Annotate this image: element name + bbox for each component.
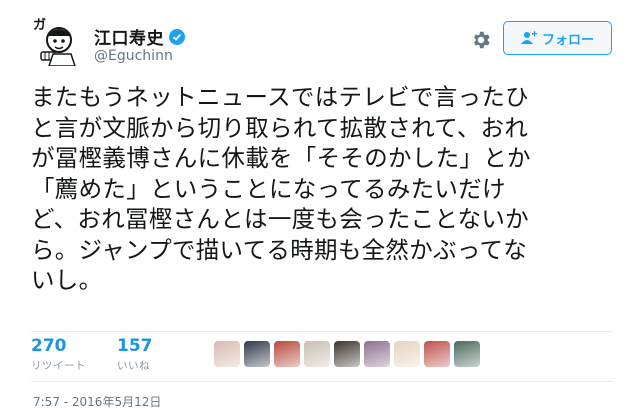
liker-avatars <box>214 341 484 367</box>
tweet-line: と言が文脈から切り取られて拡散されて、おれ <box>31 113 529 142</box>
add-user-icon <box>520 31 537 44</box>
tweet-text: またもうネットニュースではテレビで言ったひ と言が文脈から切り取られて拡散されて… <box>31 82 621 296</box>
liker-avatar[interactable] <box>394 341 420 367</box>
follow-button[interactable]: フォロー <box>503 21 612 55</box>
user-handle[interactable]: @Eguchinn <box>94 48 173 64</box>
tweet-line: が冨樫義博さんに休載を「そそのかした」とか <box>31 144 531 172</box>
avatar-text: ガ <box>33 18 47 33</box>
verified-badge-icon <box>169 28 185 45</box>
tweet-line: いし。 <box>31 266 103 294</box>
like-count: 157 <box>117 336 153 356</box>
tweet-line: ど、おれ冨樫さんとは一度も会ったことないか <box>31 205 529 233</box>
liker-avatar[interactable] <box>304 341 330 367</box>
timestamp[interactable]: 7:57 - 2016年5月12日 <box>33 393 161 410</box>
liker-avatar[interactable] <box>334 341 360 367</box>
retweet-stat[interactable]: 270 リツイート <box>31 336 86 373</box>
liker-avatar[interactable] <box>214 341 240 367</box>
tweet-line: 「薦めた」ということになってるみたいだけ <box>31 174 506 203</box>
gear-icon[interactable] <box>470 29 492 51</box>
retweet-count: 270 <box>31 336 67 356</box>
avatar[interactable]: ガ <box>31 14 83 66</box>
like-stat[interactable]: 157 いいね <box>117 336 153 373</box>
liker-avatar[interactable] <box>244 341 270 367</box>
like-label: いいね <box>117 360 150 372</box>
display-name[interactable]: 江口寿史 <box>94 24 164 49</box>
tweet-line: ら。ジャンプで描いてる時期も全然かぶってな <box>31 235 528 264</box>
liker-avatar[interactable] <box>454 341 480 367</box>
retweet-label: リツイート <box>31 360 86 372</box>
liker-avatar[interactable] <box>364 341 390 367</box>
divider <box>31 381 613 382</box>
divider <box>31 331 613 332</box>
follow-label: フォロー <box>541 32 594 48</box>
name-row: 江口寿史 <box>94 24 185 49</box>
liker-avatar[interactable] <box>274 341 300 367</box>
tweet-card: ガ 江口寿史 @Eguchinn フォロー またもうネットニュースではテレビで言… <box>0 0 640 419</box>
tweet-line: またもうネットニュースではテレビで言ったひ <box>31 83 529 111</box>
liker-avatar[interactable] <box>424 341 450 367</box>
